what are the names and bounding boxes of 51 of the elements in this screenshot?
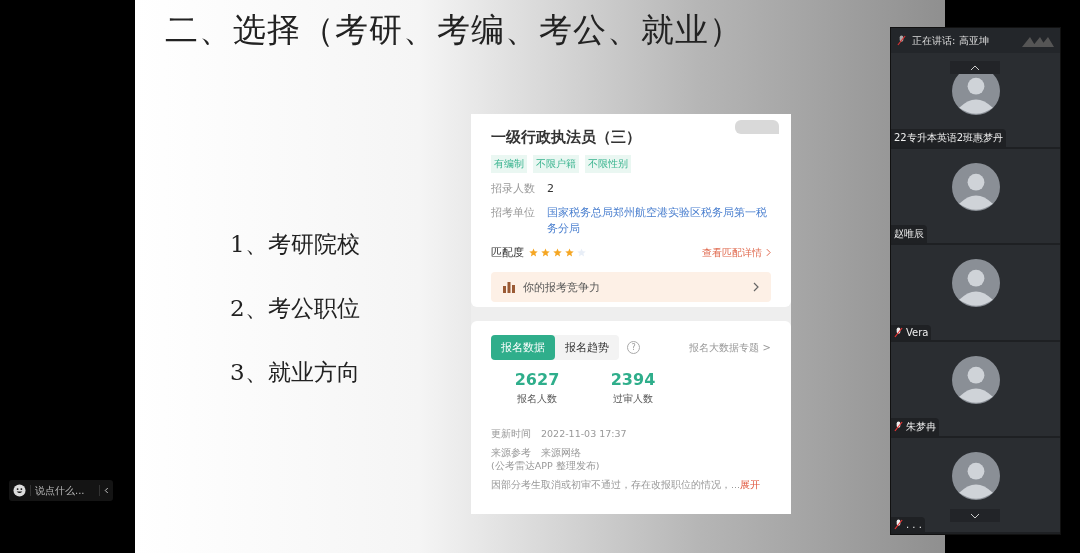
field-label: 招考单位 [491, 205, 536, 221]
topic-link[interactable]: 报名大数据专题 > [689, 340, 771, 355]
name-label: Vera [891, 324, 932, 340]
competition-label: 你的报考竞争力 [523, 279, 600, 295]
chat-field[interactable]: 说点什么... [9, 480, 113, 501]
name-label: 22专升本英语2班惠梦丹 [891, 129, 1007, 148]
meta-label: 更新时间 [491, 428, 531, 441]
tag: 有编制 [491, 155, 527, 173]
stat-label: 报名人数 [516, 392, 558, 406]
tab[interactable]: 报名数据 [491, 335, 555, 360]
corner-tag [735, 120, 779, 134]
name-label: 朱梦冉 [891, 417, 939, 436]
meta-value: 2022-11-03 17:37 [541, 428, 627, 441]
field-value: 2 [547, 181, 554, 197]
avatar-icon [951, 163, 1000, 212]
tag: 不限户籍 [533, 155, 579, 173]
match-details-link[interactable]: 查看匹配详情 [702, 245, 762, 260]
tab[interactable]: 报名趋势 [555, 335, 619, 360]
source-note: (公考雷达APP 整理发布) [491, 460, 601, 473]
field-label: 招录人数 [491, 181, 536, 197]
chevron-up-icon [970, 64, 980, 71]
avatar-icon [951, 451, 1000, 500]
collapse-icon[interactable] [104, 486, 109, 495]
name-label: . . . [891, 517, 925, 532]
notice-text: 因部分考生取消或初审不通过，存在改报职位的情况，... [491, 479, 741, 492]
list-item: 1、考研院校 [230, 230, 361, 259]
chevron-icon [753, 282, 759, 292]
bar-chart-icon [503, 281, 515, 293]
tag: 不限性别 [585, 155, 631, 173]
expand-link[interactable]: 展开 [740, 479, 761, 492]
slide-title: 二、选择（考研、考编、考公、就业） [165, 9, 743, 51]
competition-row[interactable]: 你的报考竞争力 [491, 272, 771, 302]
name-label: 赵唯辰 [891, 225, 927, 244]
speaker-status: 正在讲话: 高亚坤 [912, 33, 989, 48]
avatar-icon [951, 355, 1000, 404]
stat-value: 2394 [609, 370, 657, 389]
job-title: 一级行政执法员（三） [491, 128, 642, 147]
chevron-icon [766, 248, 771, 257]
meta-label: 来源参考 [491, 447, 531, 460]
unit-link[interactable]: 国家税务总局郑州航空港实验区税务局第一税务分局 [547, 205, 771, 237]
stat-label: 过审人数 [612, 392, 654, 406]
chat-input[interactable]: 说点什么... [30, 485, 100, 496]
smiley-icon[interactable] [13, 484, 26, 497]
mic-off-icon [897, 35, 906, 46]
stat-value: 2627 [513, 370, 561, 389]
list-item: 2、考公职位 [230, 294, 361, 323]
avatar-icon [951, 259, 1000, 308]
list-item: 3、就业方向 [230, 358, 361, 387]
match-label: 匹配度 [491, 245, 524, 260]
meta-value: 来源网络 [541, 447, 581, 460]
chevron-down-icon [970, 512, 980, 519]
